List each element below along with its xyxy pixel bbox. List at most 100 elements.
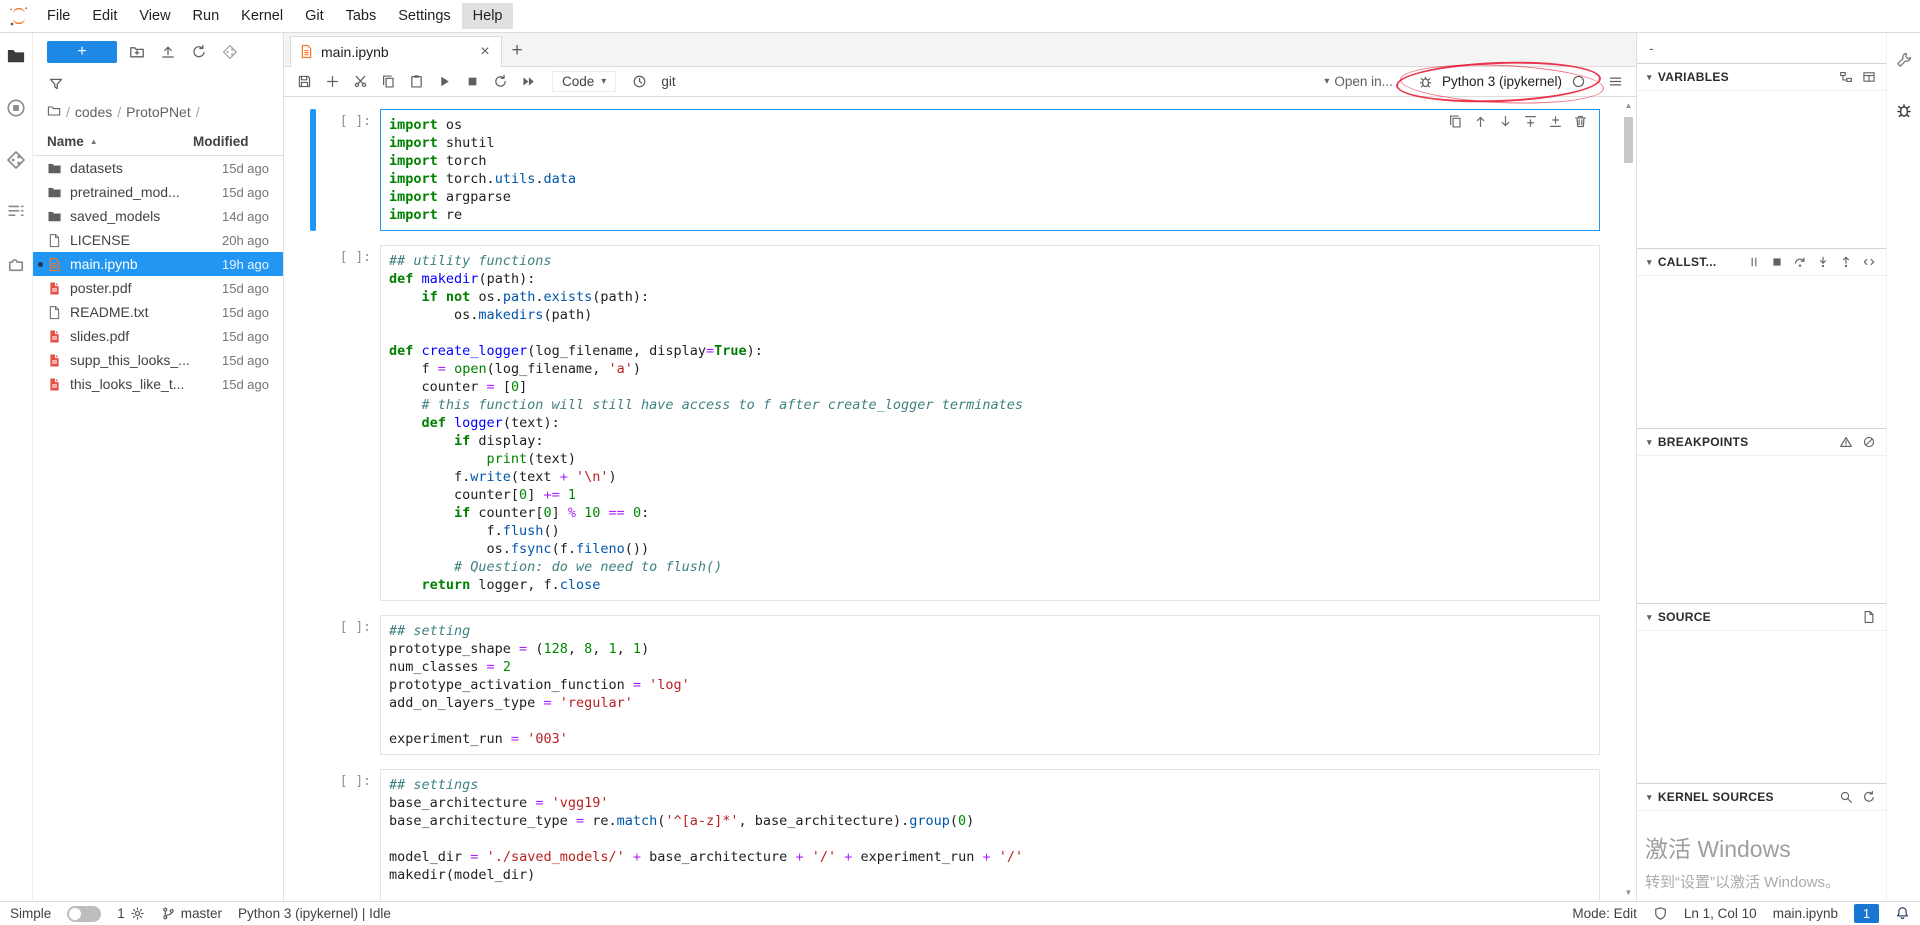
scrollbar-thumb[interactable]: [1624, 117, 1633, 163]
refresh-icon[interactable]: [1862, 790, 1876, 804]
sidebar-tab-git[interactable]: [6, 149, 26, 171]
notebook-scrollbar[interactable]: ▲ ▼: [1622, 99, 1635, 899]
step-over-icon[interactable]: [1793, 255, 1807, 269]
kernel-status[interactable]: Python 3 (ipykernel) | Idle: [238, 906, 391, 921]
notebook-cell[interactable]: [ ]: import os import shutil import torc…: [310, 109, 1600, 231]
menu-git[interactable]: Git: [294, 3, 335, 29]
cell-editor[interactable]: ## settings base_architecture = 'vgg19' …: [380, 769, 1600, 901]
menu-file[interactable]: File: [36, 3, 81, 29]
running-sessions-status[interactable]: 1: [117, 906, 145, 921]
breadcrumb-item[interactable]: ProtoPNet: [126, 104, 191, 120]
sidebar-tab-extensions[interactable]: [6, 253, 26, 275]
new-launcher-button[interactable]: +: [47, 41, 117, 63]
step-in-icon[interactable]: [1816, 255, 1830, 269]
interrupt-kernel-icon[interactable]: [460, 70, 485, 94]
section-header-kernelsources[interactable]: ▾KERNEL SOURCES: [1637, 784, 1886, 811]
section-header-breakpoints[interactable]: ▾BREAKPOINTS: [1637, 429, 1886, 456]
cell-type-dropdown[interactable]: Code▾: [552, 71, 616, 92]
debugger-bug-icon[interactable]: [1413, 70, 1438, 94]
list-item[interactable]: datasets15d ago: [33, 156, 283, 180]
new-folder-icon[interactable]: [126, 41, 148, 63]
table-view-icon[interactable]: [1862, 70, 1876, 84]
sidebar-tab-running-sessions[interactable]: [6, 97, 26, 119]
paste-cell-icon[interactable]: [404, 70, 429, 94]
move-cell-up-icon[interactable]: [1473, 114, 1488, 129]
delete-cell-icon[interactable]: [1573, 114, 1588, 129]
toolbar-overflow-menu-icon[interactable]: [1603, 70, 1628, 94]
scroll-up-arrow-icon[interactable]: ▲: [1625, 101, 1633, 110]
column-header-modified[interactable]: Modified: [193, 134, 283, 149]
menu-run[interactable]: Run: [182, 3, 231, 29]
section-header-callst[interactable]: ▾CALLST...: [1637, 249, 1886, 276]
home-folder-icon[interactable]: [47, 104, 61, 121]
cell-editor[interactable]: import os import shutil import torch imp…: [380, 109, 1600, 231]
section-header-source[interactable]: ▾SOURCE: [1637, 604, 1886, 631]
list-item[interactable]: README.txt15d ago: [33, 300, 283, 324]
restart-run-all-icon[interactable]: [516, 70, 541, 94]
open-in-dropdown[interactable]: ▾Open in...: [1324, 74, 1393, 89]
notebook-cell[interactable]: [ ]: ## utility functions def makedir(pa…: [310, 245, 1600, 601]
cell-code[interactable]: ## settings base_architecture = 'vgg19' …: [381, 770, 1599, 901]
sidebar-tab-property-inspector[interactable]: [1895, 49, 1913, 71]
copy-cell-icon[interactable]: [376, 70, 401, 94]
cell-code[interactable]: ## utility functions def makedir(path): …: [381, 246, 1599, 600]
menu-tabs[interactable]: Tabs: [335, 3, 388, 29]
upload-icon[interactable]: [157, 41, 179, 63]
kernel-name-button[interactable]: Python 3 (ipykernel): [1442, 74, 1562, 89]
open-source-icon[interactable]: [1862, 610, 1876, 624]
git-branch-status[interactable]: master: [161, 906, 222, 921]
menu-edit[interactable]: Edit: [81, 3, 128, 29]
deactivate-icon[interactable]: [1862, 435, 1876, 449]
kernel-status-icon[interactable]: [1566, 70, 1591, 94]
tab-main-ipynb[interactable]: main.ipynb ×: [290, 36, 502, 67]
cell-code[interactable]: import os import shutil import torch imp…: [381, 110, 1599, 230]
insert-cell-icon[interactable]: [320, 70, 345, 94]
sidebar-tab-table-of-contents[interactable]: [6, 201, 26, 223]
notebook-content[interactable]: [ ]: import os import shutil import torc…: [284, 97, 1636, 901]
move-cell-down-icon[interactable]: [1498, 114, 1513, 129]
simple-mode-toggle[interactable]: [67, 906, 101, 922]
menu-view[interactable]: View: [128, 3, 181, 29]
cell-editor[interactable]: ## setting prototype_shape = (128, 8, 1,…: [380, 615, 1600, 755]
notebook-cell[interactable]: [ ]: ## settings base_architecture = 'vg…: [310, 769, 1600, 901]
scroll-down-arrow-icon[interactable]: ▼: [1625, 888, 1633, 897]
stop-icon[interactable]: [1770, 255, 1784, 269]
kernel-history-icon[interactable]: [627, 70, 652, 94]
menu-help[interactable]: Help: [462, 3, 514, 29]
list-item[interactable]: slides.pdf15d ago: [33, 324, 283, 348]
restart-kernel-icon[interactable]: [488, 70, 513, 94]
list-item[interactable]: supp_this_looks_...15d ago: [33, 348, 283, 372]
insert-cell-above-icon[interactable]: [1523, 114, 1538, 129]
list-item[interactable]: LICENSE20h ago: [33, 228, 283, 252]
pause-icon[interactable]: [1747, 255, 1761, 269]
column-header-name[interactable]: Name▲: [47, 134, 193, 149]
menu-settings[interactable]: Settings: [387, 3, 461, 29]
list-item[interactable]: pretrained_mod...15d ago: [33, 180, 283, 204]
cut-cell-icon[interactable]: [348, 70, 373, 94]
list-item[interactable]: saved_models14d ago: [33, 204, 283, 228]
search-icon[interactable]: [1839, 790, 1853, 804]
menu-kernel[interactable]: Kernel: [230, 3, 294, 29]
close-tab-icon[interactable]: ×: [477, 43, 493, 61]
sidebar-tab-file-browser[interactable]: [6, 45, 26, 67]
tree-view-icon[interactable]: [1839, 70, 1853, 84]
shield-icon[interactable]: [1653, 906, 1668, 921]
git-toolbar-button[interactable]: git: [661, 74, 675, 89]
evaluate-icon[interactable]: [1862, 255, 1876, 269]
notification-count-badge[interactable]: 1: [1854, 904, 1879, 923]
section-header-variables[interactable]: ▾VARIABLES: [1637, 64, 1886, 91]
list-item[interactable]: main.ipynb19h ago: [33, 252, 283, 276]
list-item[interactable]: this_looks_like_t...15d ago: [33, 372, 283, 396]
list-item[interactable]: poster.pdf15d ago: [33, 276, 283, 300]
insert-cell-below-icon[interactable]: [1548, 114, 1563, 129]
cell-code[interactable]: ## setting prototype_shape = (128, 8, 1,…: [381, 616, 1599, 754]
notebook-cell[interactable]: [ ]: ## setting prototype_shape = (128, …: [310, 615, 1600, 755]
new-tab-button[interactable]: +: [502, 36, 532, 66]
filter-files-icon[interactable]: [45, 73, 67, 95]
refresh-icon[interactable]: [188, 41, 210, 63]
cell-editor[interactable]: ## utility functions def makedir(path): …: [380, 245, 1600, 601]
run-cell-icon[interactable]: [432, 70, 457, 94]
sidebar-tab-debugger[interactable]: [1895, 99, 1913, 121]
breadcrumb-item[interactable]: codes: [75, 104, 112, 120]
duplicate-cell-icon[interactable]: [1448, 114, 1463, 129]
